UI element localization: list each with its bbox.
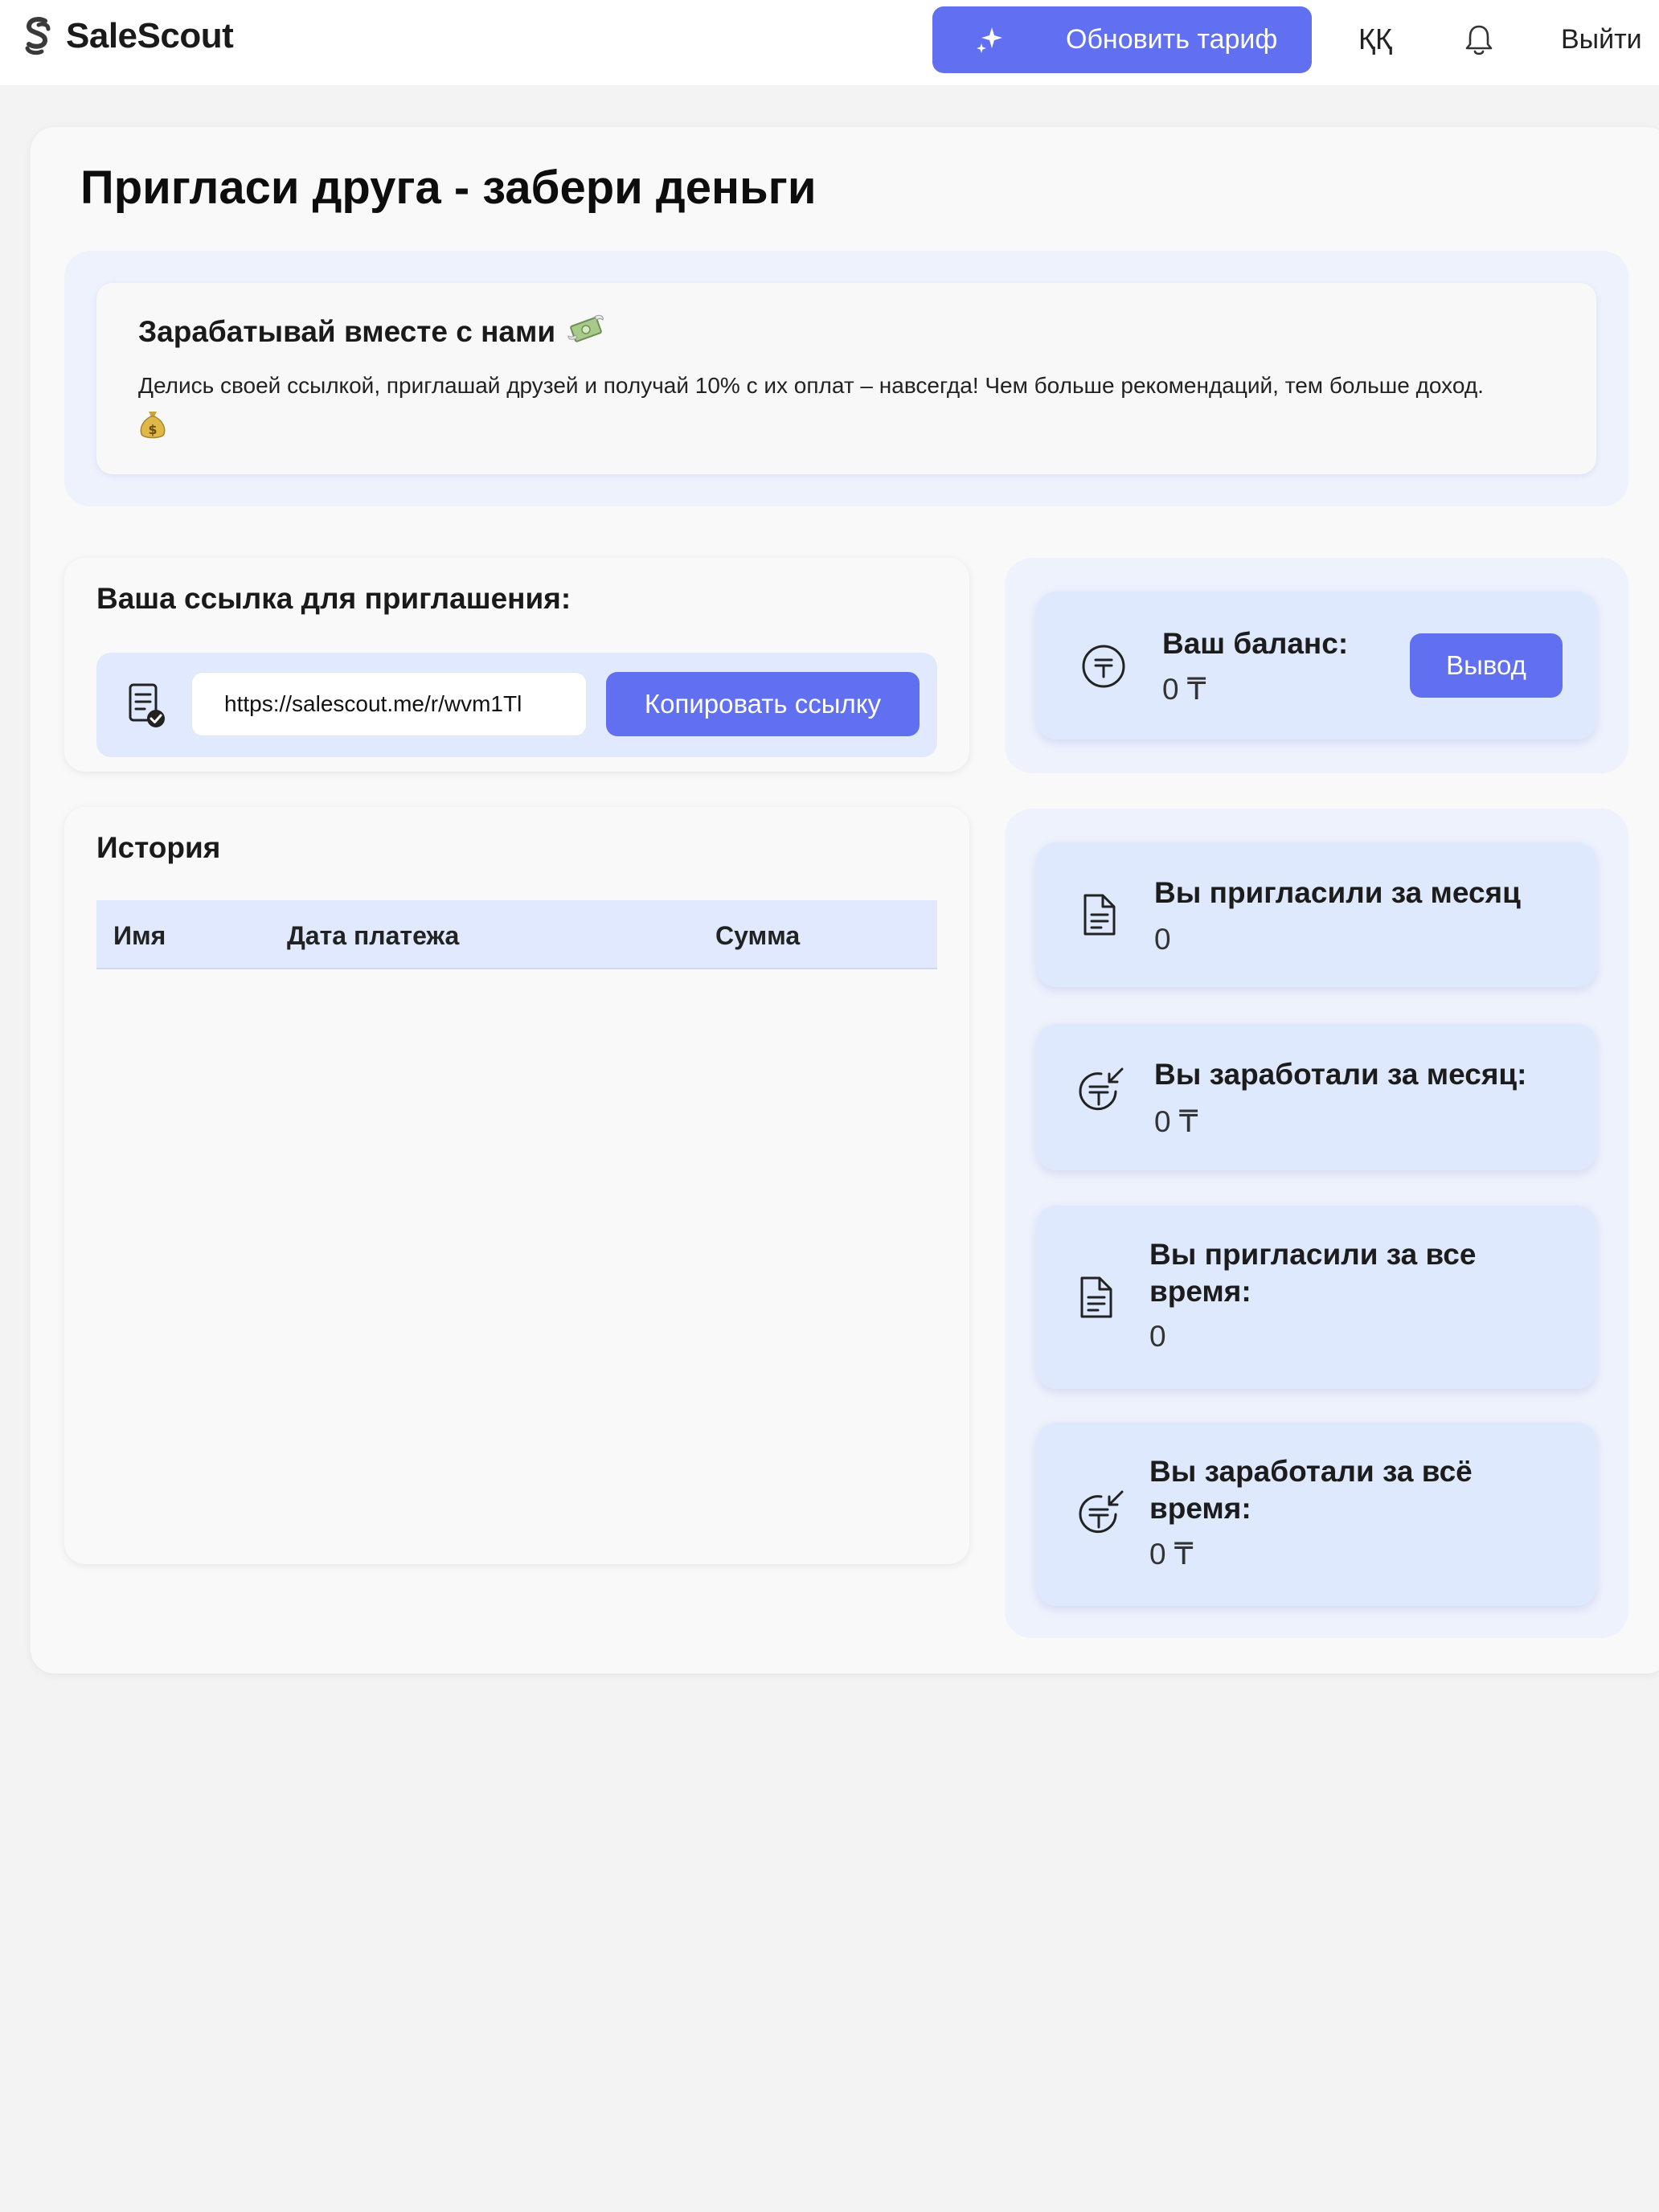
money-bag-icon: $ [140, 412, 166, 439]
logout-link[interactable]: Выйти [1561, 24, 1642, 55]
column-header-name[interactable]: Имя [113, 921, 166, 951]
svg-text:$: $ [148, 422, 157, 437]
promo-text: Делись своей ссылкой, приглашай друзей и… [138, 373, 1484, 398]
tenge-coin-icon [1082, 645, 1125, 688]
invite-link-input[interactable] [191, 672, 587, 736]
copy-link-button[interactable]: Копировать ссылку [606, 672, 920, 736]
document-icon [1080, 1276, 1112, 1318]
stat-label-earned-all-time: Вы заработали за всё время: [1149, 1455, 1473, 1525]
money-with-wings-icon [567, 314, 604, 342]
history-table-header [96, 900, 937, 969]
withdraw-button[interactable]: Вывод [1410, 633, 1563, 698]
stat-value-earned-month: 0 ₸ [1154, 1105, 1198, 1138]
language-switcher[interactable]: ҚҚ [1358, 23, 1392, 56]
stat-value-earned-all-time: 0 ₸ [1149, 1538, 1194, 1571]
top-bar: SaleScout Обновить тариф ҚҚ Выйти [0, 0, 1659, 85]
salescout-logo-icon [25, 17, 51, 55]
column-header-payment-date[interactable]: Дата платежа [287, 921, 459, 951]
tenge-income-icon [1079, 1067, 1124, 1111]
upgrade-plan-button[interactable]: Обновить тариф [932, 6, 1312, 73]
stat-card-invited-month [1037, 842, 1596, 987]
stat-value-invited-all-time: 0 [1149, 1320, 1166, 1353]
balance-value: 0 ₸ [1162, 673, 1206, 706]
stat-label-invited-month: Вы пригласили за месяц [1154, 876, 1521, 909]
invite-title: Ваша ссылка для приглашения: [96, 582, 571, 615]
stat-label-invited-all-time: Вы пригласили за все время: [1149, 1238, 1477, 1308]
page-title: Пригласи друга - забери деньги [80, 162, 817, 214]
history-title: История [96, 831, 221, 864]
logo-text: SaleScout [66, 16, 234, 55]
upgrade-plan-label: Обновить тариф [1066, 24, 1278, 55]
promo-title: Зарабатывай вместе с нами [138, 315, 556, 348]
column-header-amount[interactable]: Сумма [715, 921, 800, 951]
stat-value-invited-month: 0 [1154, 923, 1171, 956]
tenge-income-icon [1079, 1490, 1124, 1534]
document-icon [1083, 894, 1116, 936]
sparkle-icon [977, 27, 1002, 53]
document-check-icon [129, 683, 165, 727]
balance-label: Ваш баланс: [1162, 627, 1349, 660]
logo[interactable]: SaleScout [21, 14, 234, 58]
bell-icon[interactable] [1463, 23, 1495, 58]
stat-label-earned-month: Вы заработали за месяц: [1154, 1058, 1527, 1091]
